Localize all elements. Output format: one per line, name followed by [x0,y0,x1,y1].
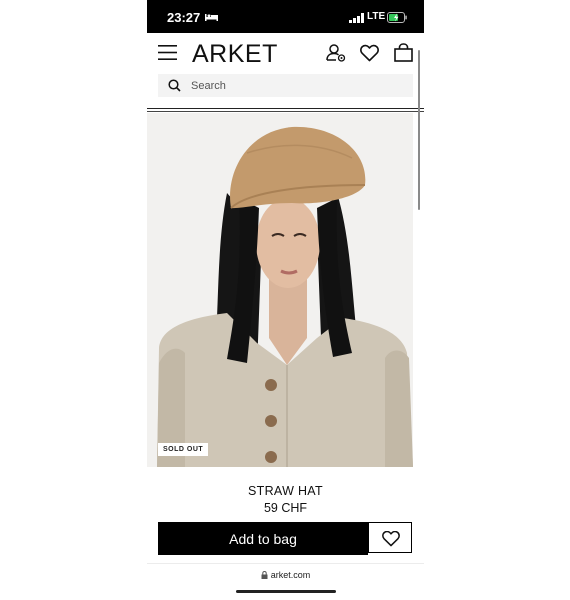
lock-icon [261,571,268,579]
site-header: ARKET [147,33,424,73]
browser-url-bar[interactable]: arket.com [147,570,424,580]
wishlist-button[interactable] [368,522,412,553]
home-indicator[interactable] [236,590,336,593]
account-icon[interactable] [326,43,346,63]
scrollbar[interactable] [418,50,420,210]
network-type: LTE [367,11,386,22]
search-bar[interactable] [158,74,413,97]
browser-url: arket.com [270,570,311,580]
status-time: 23:27 [167,10,201,25]
model-photo [147,113,413,467]
status-bar: 23:27 LTE [147,0,424,33]
bag-icon[interactable] [394,43,413,62]
battery-icon [387,12,407,23]
brand-logo[interactable]: ARKET [192,40,278,69]
product-image[interactable]: SOLD OUT [147,113,413,467]
bed-icon [205,14,218,21]
phone-screen: 23:27 LTE ARKET Search SOLD OUT STRAW HA… [147,0,424,600]
browser-separator [147,563,424,564]
menu-icon[interactable] [158,44,177,61]
product-price: 59 CHF [263,501,308,515]
header-divider-secondary [147,111,424,112]
heart-icon [382,531,400,547]
search-input[interactable] [191,77,401,94]
sold-out-badge: SOLD OUT [158,443,209,456]
product-name[interactable]: STRAW HAT [147,484,424,498]
header-divider [147,108,424,109]
search-icon [168,79,181,92]
signal-icon [349,13,364,23]
add-to-bag-button[interactable]: Add to bag [158,522,368,555]
heart-icon[interactable] [360,44,379,62]
